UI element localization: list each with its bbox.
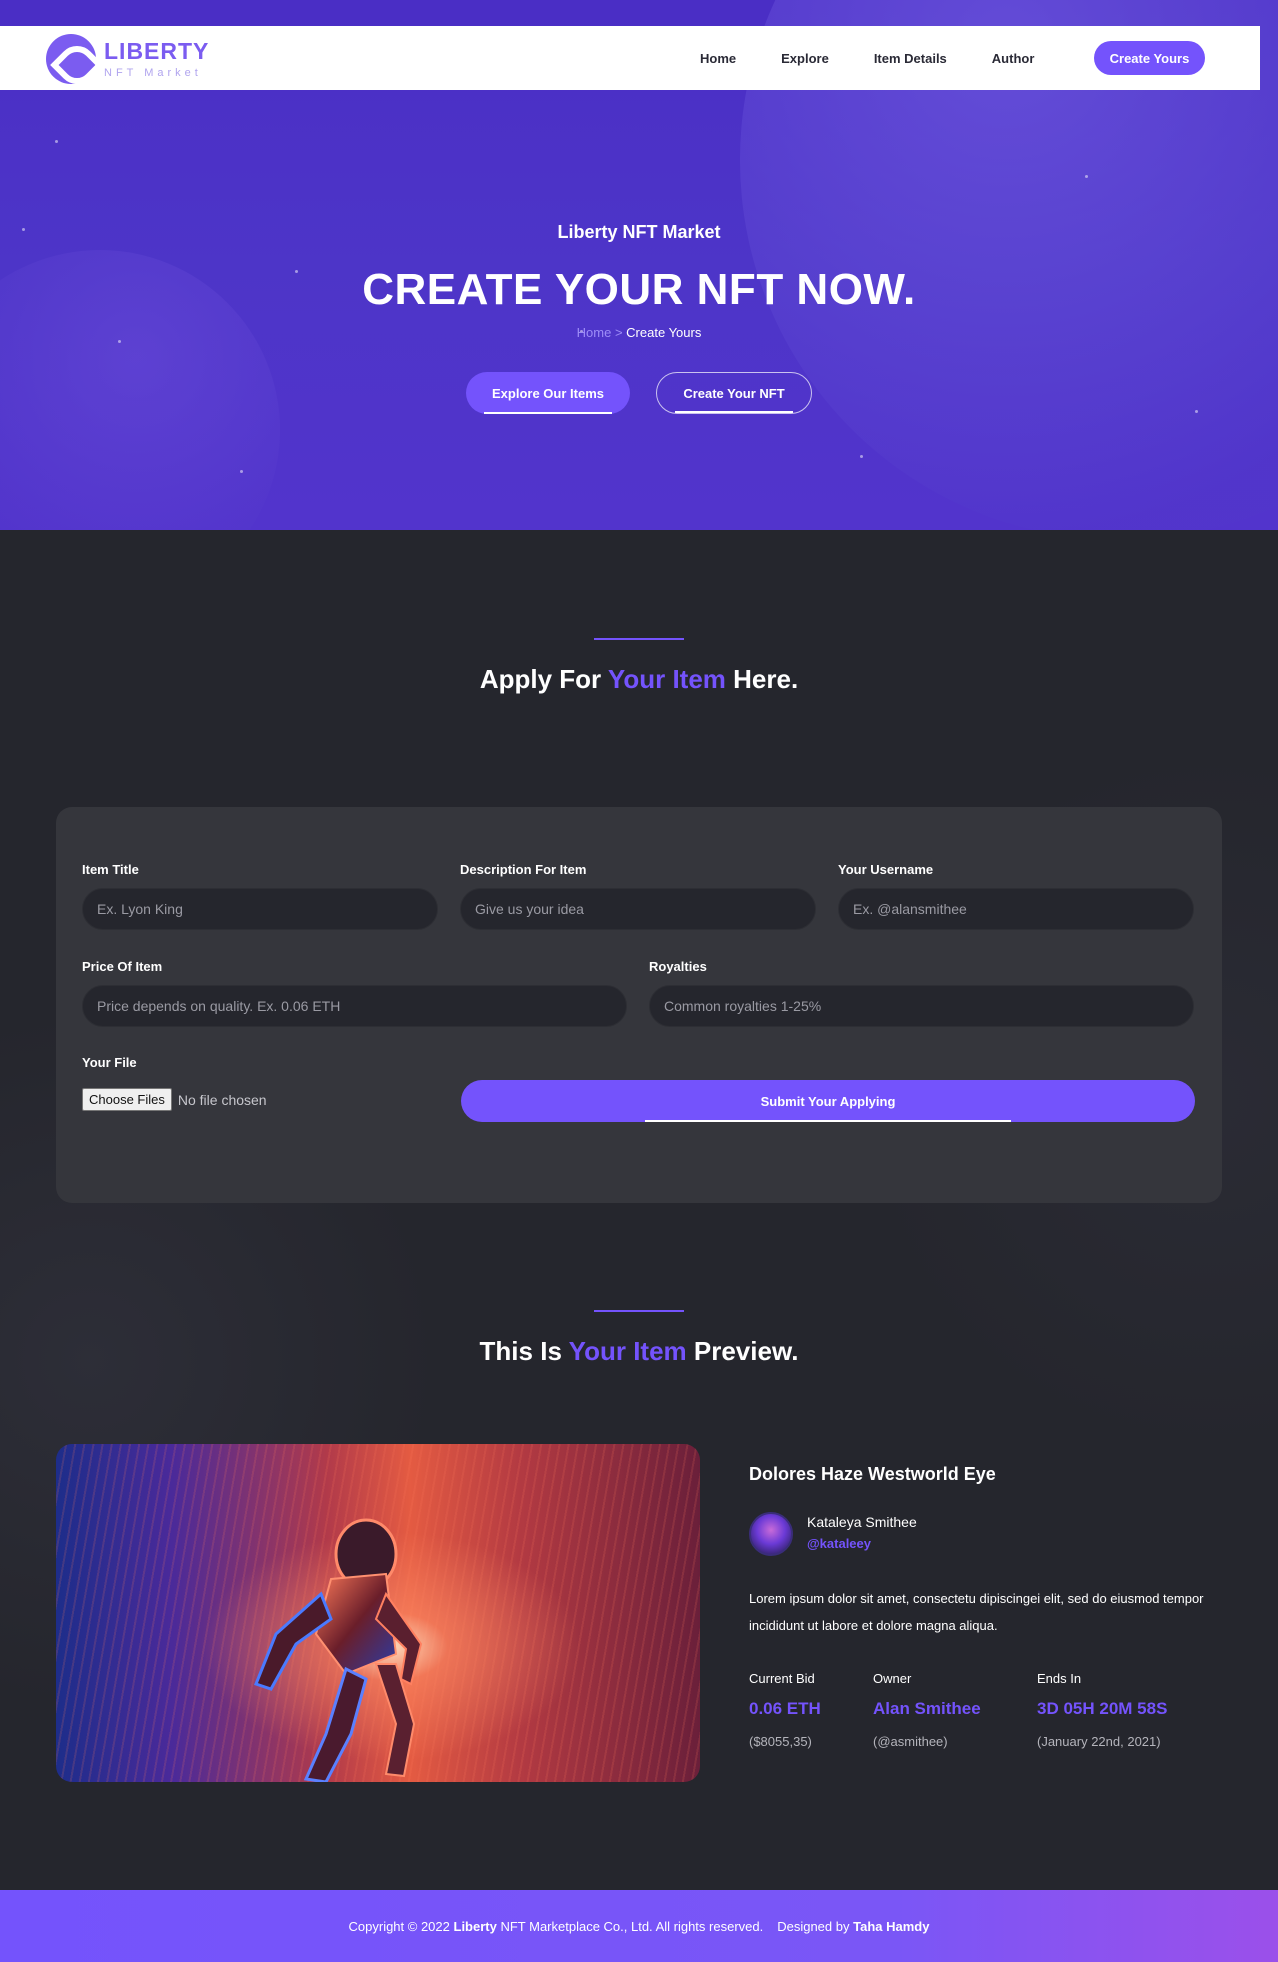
top-navbar: LIBERTY NFT Market Home Explore Item Det…	[0, 26, 1260, 90]
description-input[interactable]: Give us your idea	[460, 888, 816, 930]
nav-link-item-details[interactable]: Item Details	[874, 51, 947, 66]
item-name: Dolores Haze Westworld Eye	[749, 1464, 996, 1484]
file-label: Your File	[82, 1055, 137, 1070]
preview-section-heading: This Is Your Item Preview.	[0, 1310, 1278, 1367]
footer-copyright: Copyright © 2022 Liberty NFT Marketplace…	[348, 1918, 764, 1934]
nav-link-home[interactable]: Home	[700, 51, 736, 66]
hero-kicker: Liberty NFT Market	[557, 222, 721, 242]
royalties-label: Royalties	[649, 959, 707, 974]
stat-ends-in: Ends In 3D 05H 20M 58S (January 22nd, 20…	[1037, 1671, 1168, 1749]
stat-owner: Owner Alan Smithee (@asmithee)	[873, 1671, 981, 1749]
explore-items-button[interactable]: Explore Our Items	[466, 372, 630, 414]
file-upload: Choose Files No file chosen	[82, 1088, 267, 1111]
breadcrumb: Home > Create Yours	[0, 325, 1278, 340]
royalties-input[interactable]: Common royalties 1-25%	[649, 985, 1194, 1027]
item-description: Lorem ipsum dolor sit amet, consectetu d…	[749, 1591, 1204, 1633]
hero-section: LIBERTY NFT Market Home Explore Item Det…	[0, 0, 1278, 530]
submit-button[interactable]: Submit Your Applying	[461, 1080, 1195, 1122]
stat-current-bid: Current Bid 0.06 ETH ($8055,35)	[749, 1671, 821, 1749]
avatar[interactable]	[749, 1512, 793, 1556]
create-yours-button[interactable]: Create Yours	[1094, 41, 1205, 75]
price-input[interactable]: Price depends on quality. Ex. 0.06 ETH	[82, 985, 627, 1027]
choose-files-button[interactable]: Choose Files	[82, 1088, 172, 1111]
hero-content: Liberty NFT Market CREATE YOUR NFT NOW. …	[0, 222, 1278, 340]
apply-section-heading: Apply For Your Item Here.	[0, 638, 1278, 695]
file-status: No file chosen	[177, 1091, 267, 1108]
creator-name: Kataleya Smithee	[807, 1514, 917, 1530]
breadcrumb-home-link[interactable]: Home	[577, 325, 612, 340]
item-title-label: Item Title	[82, 862, 139, 877]
create-nft-button[interactable]: Create Your NFT	[656, 372, 812, 414]
preview-title: This Is Your Item Preview.	[479, 1336, 799, 1366]
brand-tagline: NFT Market	[104, 66, 202, 79]
page-title: CREATE YOUR NFT NOW.	[362, 265, 916, 314]
creator-handle[interactable]: @kataleey	[807, 1536, 871, 1551]
item-preview-image	[56, 1444, 700, 1782]
footer-credit: Designed by Taha Hamdy	[777, 1918, 930, 1934]
brand-logo[interactable]: LIBERTY NFT Market	[46, 34, 209, 84]
apply-title: Apply For Your Item Here.	[479, 664, 799, 694]
section-divider	[594, 1310, 684, 1312]
section-divider	[594, 638, 684, 640]
price-label: Price Of Item	[82, 959, 163, 974]
username-label: Your Username	[838, 862, 934, 877]
nav-link-explore[interactable]: Explore	[781, 51, 829, 66]
nav-links: Home Explore Item Details Author	[700, 26, 1079, 90]
liberty-logo-icon	[46, 34, 96, 84]
robot-figure-icon	[254, 1518, 423, 1782]
designer-link[interactable]: Taha Hamdy	[853, 1919, 929, 1934]
username-input[interactable]: Ex. @alansmithee	[838, 888, 1194, 930]
brand-name: LIBERTY	[104, 37, 210, 64]
breadcrumb-separator: >	[614, 325, 623, 340]
description-label: Description For Item	[460, 862, 587, 877]
item-title-input[interactable]: Ex. Lyon King	[82, 888, 438, 930]
breadcrumb-current: Create Yours	[626, 325, 702, 340]
hero-buttons: Explore Our Items Create Your NFT	[0, 372, 1278, 414]
nav-link-author[interactable]: Author	[992, 51, 1035, 66]
footer: Copyright © 2022 Liberty NFT Marketplace…	[0, 1890, 1278, 1962]
